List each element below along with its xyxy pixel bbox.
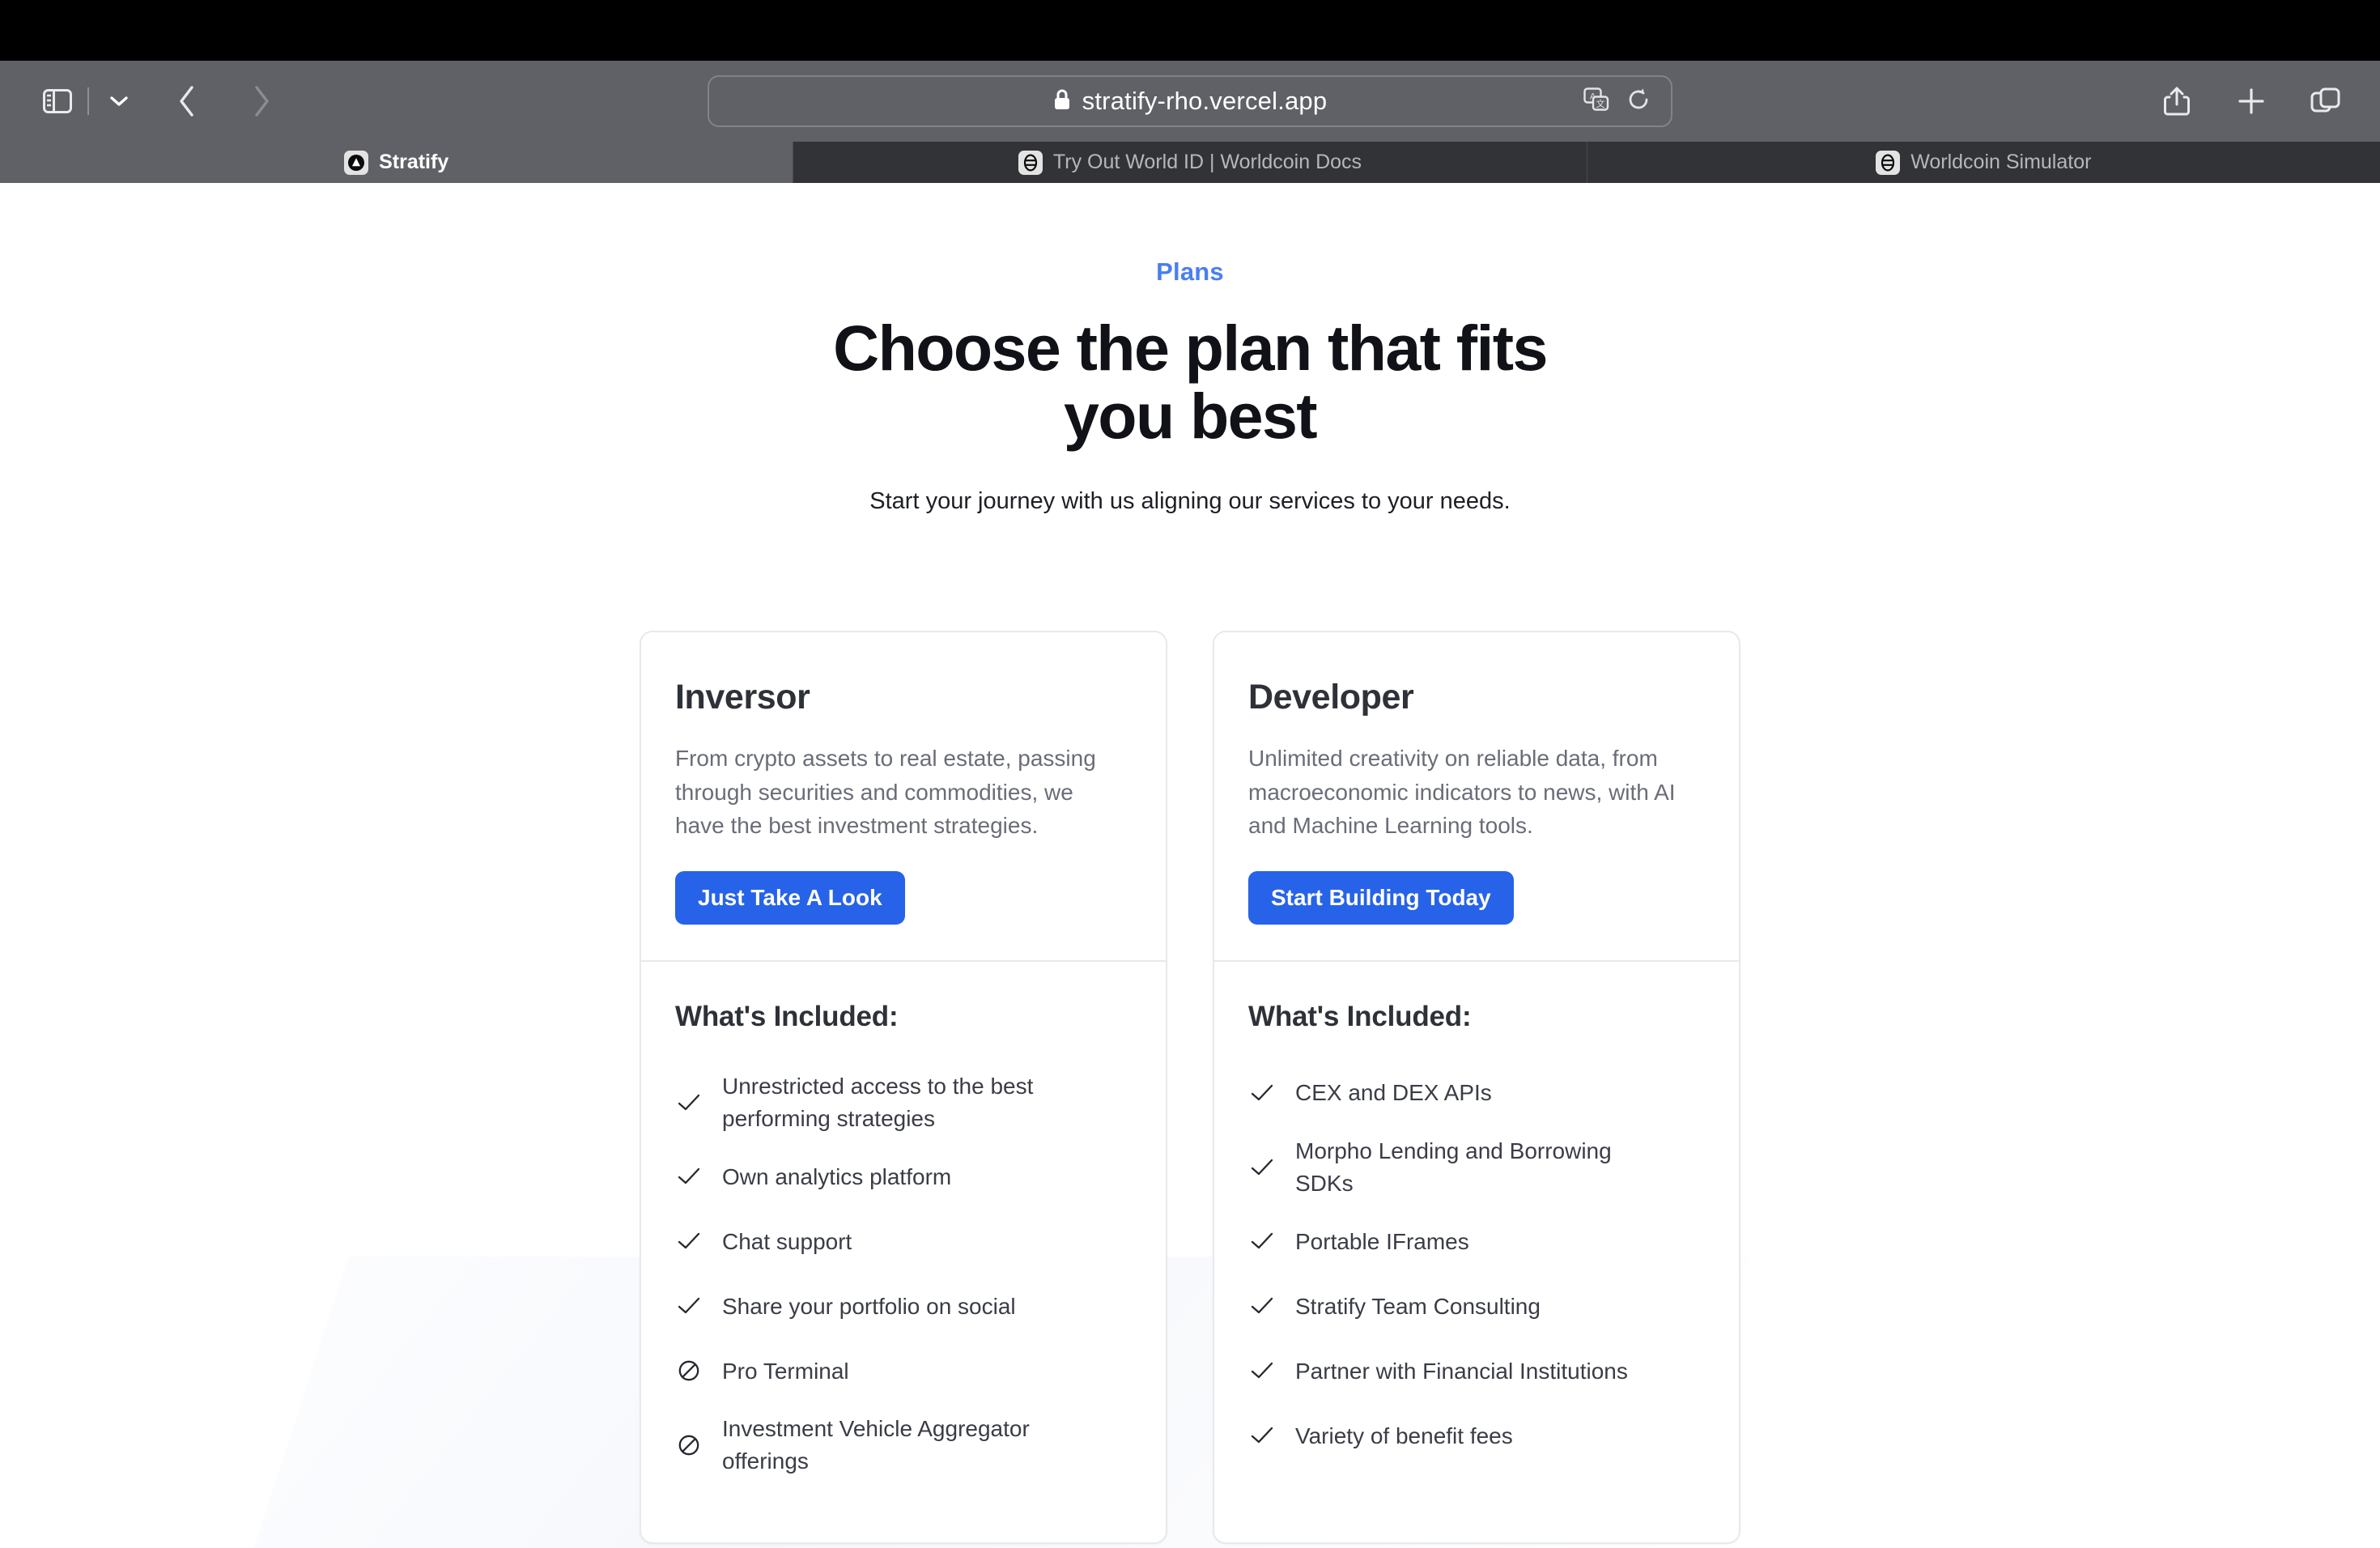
feature-item: Stratify Team Consulting <box>1248 1283 1705 1329</box>
check-icon <box>675 1167 703 1186</box>
plan-card-header: Developer Unlimited creativity on reliab… <box>1214 632 1739 959</box>
translate-icon[interactable]: A 文 <box>1583 87 1609 116</box>
feature-item: Investment Vehicle Aggregator offerings <box>675 1413 1132 1478</box>
tab-group-chevron-down-icon[interactable] <box>94 76 144 126</box>
toolbar-right-group <box>2152 76 2351 126</box>
tab-stratify[interactable]: Stratify <box>0 142 794 183</box>
check-icon <box>1248 1361 1276 1380</box>
feature-item: Portable IFrames <box>1248 1218 1705 1264</box>
plan-cta-button[interactable]: Just Take A Look <box>675 870 905 925</box>
feature-item: Share your portfolio on social <box>675 1283 1132 1329</box>
tab-title: Try Out World ID | Worldcoin Docs <box>1052 151 1362 173</box>
toolbar-left-group <box>32 76 287 126</box>
browser-toolbar: stratify-rho.vercel.app A 文 <box>0 61 2380 142</box>
plan-card-inversor: Inversor From crypto assets to real esta… <box>640 631 1167 1544</box>
plan-card-body: What's Included: CEX and DEX APIs Morpho… <box>1214 962 1739 1542</box>
stratify-favicon-icon <box>344 150 369 175</box>
feature-item: Own analytics platform <box>675 1154 1132 1199</box>
plan-feature-list: Unrestricted access to the best performi… <box>675 1070 1132 1478</box>
check-icon <box>1248 1296 1276 1316</box>
page-viewport: Plans Choose the plan that fits you best… <box>0 183 2380 1548</box>
feature-item: Morpho Lending and Borrowing SDKs <box>1248 1135 1705 1200</box>
feature-label: Morpho Lending and Borrowing SDKs <box>1295 1138 1612 1196</box>
plan-card-body: What's Included: Unrestricted access to … <box>641 962 1166 1542</box>
feature-label: Stratify Team Consulting <box>1295 1293 1541 1319</box>
forward-button[interactable] <box>236 76 287 126</box>
browser-window: stratify-rho.vercel.app A 文 Stratify Try… <box>0 0 2380 1548</box>
ban-icon <box>675 1434 703 1457</box>
check-icon <box>1248 1083 1276 1103</box>
worldcoin-favicon-icon <box>1876 150 1901 175</box>
page-subtitle: Start your journey with us aligning our … <box>869 488 1511 515</box>
address-bar-url[interactable]: stratify-rho.vercel.app <box>1082 87 1328 116</box>
tab-title: Stratify <box>379 151 449 173</box>
plan-card-list: Inversor From crypto assets to real esta… <box>0 631 2380 1544</box>
whats-included-label: What's Included: <box>1248 1000 1472 1032</box>
sidebar-toggle-button[interactable] <box>32 76 83 126</box>
feature-label: Share your portfolio on social <box>722 1293 1016 1319</box>
check-icon <box>1248 1158 1276 1177</box>
feature-label: Portable IFrames <box>1295 1228 1469 1254</box>
tab-overview-button[interactable] <box>2301 76 2351 126</box>
reload-icon[interactable] <box>1627 87 1650 116</box>
feature-item: Chat support <box>675 1218 1132 1264</box>
feature-label: CEX and DEX APIs <box>1295 1080 1492 1106</box>
feature-item: Partner with Financial Institutions <box>1248 1348 1705 1393</box>
feature-item: Variety of benefit fees <box>1248 1413 1705 1458</box>
tab-worldcoin-simulator[interactable]: Worldcoin Simulator <box>1587 142 2380 183</box>
plan-feature-list: CEX and DEX APIs Morpho Lending and Borr… <box>1248 1070 1705 1459</box>
ban-icon <box>675 1359 703 1382</box>
new-tab-button[interactable] <box>2226 76 2276 126</box>
check-icon <box>675 1093 703 1112</box>
plan-card-developer: Developer Unlimited creativity on reliab… <box>1213 631 1740 1544</box>
window-titlebar <box>0 0 2380 61</box>
plan-description: From crypto assets to real estate, passi… <box>675 746 1096 838</box>
feature-label: Variety of benefit fees <box>1295 1423 1513 1448</box>
plan-cta-button[interactable]: Start Building Today <box>1248 870 1514 925</box>
lock-icon <box>1053 88 1071 115</box>
plan-description: Unlimited creativity on reliable data, f… <box>1248 746 1676 838</box>
plan-name: Developer <box>1248 678 1414 717</box>
address-bar-actions: A 文 <box>1583 87 1650 116</box>
check-icon <box>675 1231 703 1251</box>
feature-label: Partner with Financial Institutions <box>1295 1358 1628 1384</box>
check-icon <box>1248 1426 1276 1445</box>
section-eyebrow: Plans <box>1156 257 1224 286</box>
toolbar-divider <box>87 87 89 115</box>
address-bar[interactable]: stratify-rho.vercel.app A 文 <box>708 75 1672 127</box>
feature-item: CEX and DEX APIs <box>1248 1070 1705 1116</box>
tab-worldcoin-docs[interactable]: Try Out World ID | Worldcoin Docs <box>793 142 1587 183</box>
feature-label: Chat support <box>722 1228 852 1254</box>
feature-item: Unrestricted access to the best performi… <box>675 1070 1132 1135</box>
page-title: Choose the plan that fits you best <box>833 312 1548 452</box>
tab-title: Worldcoin Simulator <box>1910 151 2092 173</box>
worldcoin-favicon-icon <box>1018 150 1043 175</box>
check-icon <box>675 1296 703 1316</box>
feature-label: Own analytics platform <box>722 1163 952 1189</box>
share-button[interactable] <box>2152 76 2202 126</box>
feature-label: Unrestricted access to the best performi… <box>722 1073 1034 1131</box>
whats-included-label: What's Included: <box>675 1000 899 1032</box>
svg-text:文: 文 <box>1596 98 1605 109</box>
address-bar-content: stratify-rho.vercel.app <box>1053 87 1328 116</box>
address-bar-container: stratify-rho.vercel.app A 文 <box>708 75 1672 127</box>
plan-card-header: Inversor From crypto assets to real esta… <box>641 632 1166 959</box>
tab-strip: Stratify Try Out World ID | Worldcoin Do… <box>0 142 2380 183</box>
feature-item: Pro Terminal <box>675 1348 1132 1393</box>
feature-label: Investment Vehicle Aggregator offerings <box>722 1416 1030 1474</box>
back-button[interactable] <box>162 76 212 126</box>
check-icon <box>1248 1231 1276 1251</box>
feature-label: Pro Terminal <box>722 1358 849 1384</box>
plan-name: Inversor <box>675 678 810 717</box>
pricing-section: Plans Choose the plan that fits you best… <box>0 183 2380 1544</box>
